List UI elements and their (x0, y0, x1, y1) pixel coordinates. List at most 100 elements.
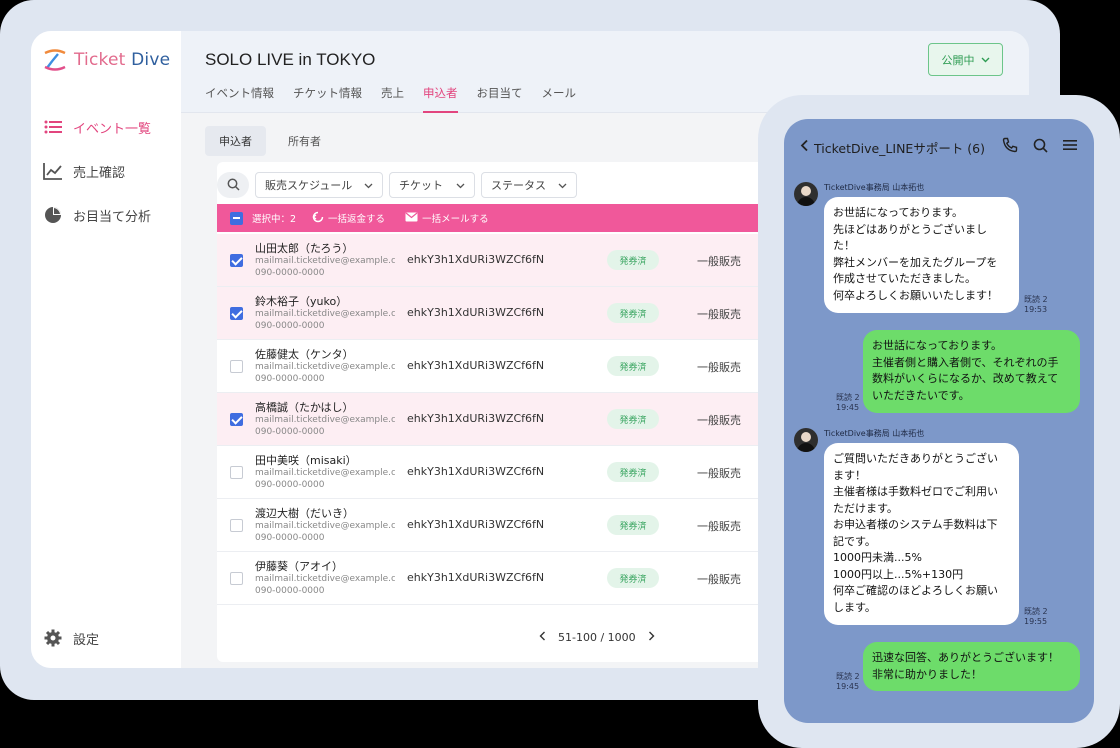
chevron-down-icon (456, 179, 465, 192)
sale-type: 一般販売 (697, 573, 741, 586)
applicant-phone: 090-0000-0000 (255, 586, 325, 596)
sender-name: TicketDive事務局 山本拓也 (824, 183, 925, 192)
chevron-down-icon (558, 179, 567, 192)
applicant-name: 鈴木裕子（yuko） (255, 295, 348, 308)
ticketdive-logo[interactable]: Ticket Dive (42, 47, 170, 73)
sidebar-item-analysis[interactable]: お目当て分析 (43, 205, 151, 225)
publish-status-button[interactable]: 公開中 (928, 43, 1003, 76)
row-checkbox[interactable] (230, 360, 243, 373)
ticket-filter-dropdown[interactable]: チケット (389, 172, 475, 198)
status-badge: 発券済 (607, 568, 659, 588)
applicant-phone: 090-0000-0000 (255, 374, 325, 384)
event-tabs: イベント情報 チケット情報 売上 申込者 お目当て メール (205, 85, 595, 113)
sidebar-item-settings[interactable]: 設定 (43, 628, 99, 648)
status-badge: 発券済 (607, 303, 659, 323)
table-row[interactable]: 鈴木裕子（yuko） mailmail.ticketdive@example.co… (217, 287, 817, 340)
chevron-right-icon[interactable] (648, 631, 655, 644)
ticket-code: ehkY3h1XdURi3WZCf6fN (407, 571, 545, 584)
subtab-applicants[interactable]: 申込者 (205, 126, 266, 156)
table-row[interactable]: 高橋誠（たかはし） mailmail.ticketdive@example.com… (217, 393, 817, 446)
tab-favorites[interactable]: お目当て (477, 85, 523, 113)
status-badge: 発券済 (607, 356, 659, 376)
table-row[interactable]: 田中美咲（misaki） mailmail.ticketdive@example.… (217, 446, 817, 499)
sale-type: 一般販売 (697, 308, 741, 321)
applicant-name: 高橋誠（たかはし） (255, 401, 354, 414)
applicant-email: mailmail.ticketdive@example.com (255, 521, 395, 531)
applicant-table-card: 販売スケジュール チケット ステータス 選択中：2 一括返金する 一括メールする… (217, 162, 817, 662)
chart-icon (43, 161, 63, 181)
status-badge: 発券済 (607, 515, 659, 535)
row-checkbox[interactable] (230, 519, 243, 532)
row-checkbox[interactable] (230, 572, 243, 585)
status-badge: 発券済 (607, 250, 659, 270)
phone-frame: TicketDive_LINEサポート (6) TicketDive事務局 山本… (758, 95, 1120, 748)
table-row[interactable]: 佐藤健太（ケンタ） mailmail.ticketdive@example.com… (217, 340, 817, 393)
message-meta: 既読 2 19:55 (1024, 607, 1048, 626)
applicant-email: mailmail.ticketdive@example.com (255, 362, 395, 372)
page-range: 51-100 / 1000 (558, 630, 636, 644)
chevron-left-icon[interactable] (539, 631, 546, 644)
avatar (794, 182, 818, 206)
bulk-action-bar: 選択中：2 一括返金する 一括メールする (217, 204, 817, 232)
search-button[interactable] (217, 172, 249, 198)
bulk-refund-button[interactable]: 一括返金する (312, 211, 385, 226)
applicant-email: mailmail.ticketdive@example.com (255, 415, 395, 425)
mail-icon (405, 212, 418, 225)
row-checkbox[interactable] (230, 413, 243, 426)
row-checkbox[interactable] (230, 307, 243, 320)
pagination: 51-100 / 1000 (217, 622, 817, 652)
row-checkbox[interactable] (230, 254, 243, 267)
row-checkbox[interactable] (230, 466, 243, 479)
tab-event-info[interactable]: イベント情報 (205, 85, 274, 113)
applicant-name: 渡辺大樹（だいき） (255, 507, 354, 520)
table-row[interactable]: 渡辺大樹（だいき） mailmail.ticketdive@example.com… (217, 499, 817, 552)
applicant-email: mailmail.ticketdive@example.com (255, 574, 395, 584)
chat-bubble-outgoing: お世話になっております。 主催者側と購入者側で、それぞれの手 数料がいくらになる… (863, 330, 1080, 413)
status-filter-dropdown[interactable]: ステータス (481, 172, 577, 198)
applicant-name: 田中美咲（misaki） (255, 454, 357, 467)
tab-sales[interactable]: 売上 (381, 85, 404, 113)
menu-icon[interactable] (1060, 135, 1080, 155)
sale-type: 一般販売 (697, 414, 741, 427)
chevron-down-icon (364, 179, 373, 192)
applicant-phone: 090-0000-0000 (255, 268, 325, 278)
applicant-name: 伊藤葵（アオイ） (255, 560, 343, 573)
select-all-checkbox[interactable] (230, 211, 243, 225)
subtab-owners[interactable]: 所有者 (274, 126, 335, 156)
ticket-code: ehkY3h1XdURi3WZCf6fN (407, 465, 545, 478)
sender-name: TicketDive事務局 山本拓也 (824, 429, 925, 438)
tab-mail[interactable]: メール (542, 85, 577, 113)
search-icon[interactable] (1030, 135, 1050, 155)
subtabs: 申込者 所有者 (205, 126, 335, 156)
phone-call-icon[interactable] (1000, 135, 1020, 155)
sale-type: 一般販売 (697, 520, 741, 533)
applicant-email: mailmail.ticketdive@example.com (255, 256, 395, 266)
refund-icon (312, 211, 324, 226)
applicant-name: 佐藤健太（ケンタ） (255, 348, 354, 361)
pie-icon (43, 205, 63, 225)
bulk-mail-button[interactable]: 一括メールする (405, 211, 489, 225)
table-row[interactable]: 伊藤葵（アオイ） mailmail.ticketdive@example.com 0… (217, 552, 817, 605)
filter-bar: 販売スケジュール チケット ステータス (217, 172, 577, 198)
chevron-down-icon (981, 53, 990, 66)
sidebar-item-event-list[interactable]: イベント一覧 (43, 117, 151, 137)
status-badge: 発券済 (607, 409, 659, 429)
back-arrow-icon[interactable] (794, 135, 814, 155)
message-meta: 既読 2 19:53 (1024, 295, 1048, 314)
tab-applicants[interactable]: 申込者 (423, 85, 458, 113)
tab-ticket-info[interactable]: チケット情報 (293, 85, 362, 113)
ticket-code: ehkY3h1XdURi3WZCf6fN (407, 306, 545, 319)
ticket-code: ehkY3h1XdURi3WZCf6fN (407, 412, 545, 425)
sidebar-item-sales[interactable]: 売上確認 (43, 161, 125, 181)
line-chat-screen: TicketDive_LINEサポート (6) TicketDive事務局 山本… (784, 119, 1094, 723)
sidebar-item-label: 設定 (73, 632, 100, 648)
applicant-phone: 090-0000-0000 (255, 321, 325, 331)
schedule-filter-dropdown[interactable]: 販売スケジュール (255, 172, 383, 198)
logo-text: Ticket Dive (74, 50, 171, 70)
table-row[interactable]: 山田太郎（たろう） mailmail.ticketdive@example.com… (217, 234, 817, 287)
sale-type: 一般販売 (697, 467, 741, 480)
avatar (794, 428, 818, 452)
applicant-phone: 090-0000-0000 (255, 533, 325, 543)
gear-icon (43, 628, 63, 648)
applicant-email: mailmail.ticketdive@example.com (255, 468, 395, 478)
